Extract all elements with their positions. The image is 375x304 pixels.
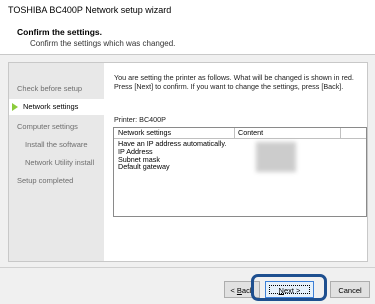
settings-panel: You are setting the printer as follows. … bbox=[104, 62, 368, 262]
current-step-arrow-icon bbox=[12, 103, 18, 111]
cancel-button[interactable]: Cancel bbox=[330, 281, 370, 298]
redacted-content-values bbox=[256, 142, 296, 172]
table-rows: Have an IP address automatically. IP Add… bbox=[118, 140, 226, 171]
wizard-header: Confirm the settings. Confirm the settin… bbox=[0, 20, 375, 55]
table-row: Default gateway bbox=[118, 162, 170, 172]
step-computer-settings: Computer settings bbox=[17, 122, 78, 131]
footer-divider bbox=[0, 267, 375, 268]
step-install-software: Install the software bbox=[25, 140, 88, 149]
next-button-highlight-ring bbox=[251, 274, 327, 301]
instructions-text: You are setting the printer as follows. … bbox=[114, 73, 354, 91]
printer-label: Printer: BC400P bbox=[114, 115, 166, 124]
step-network-utility-install: Network Utility install bbox=[25, 158, 95, 167]
step-setup-completed: Setup completed bbox=[17, 176, 74, 185]
title-bar: TOSHIBA BC400P Network setup wizard bbox=[0, 0, 375, 20]
page-subtitle: Confirm the settings which was changed. bbox=[30, 39, 176, 48]
page-title: Confirm the settings. bbox=[17, 27, 103, 37]
column-header-content: Content bbox=[238, 128, 264, 137]
table-header: Network settings Content bbox=[114, 128, 366, 139]
settings-table[interactable]: Network settings Content Have an IP addr… bbox=[113, 127, 367, 217]
step-check-before-setup: Check before setup bbox=[17, 84, 83, 93]
step-network-settings: Network settings bbox=[9, 99, 105, 115]
column-header-network-settings: Network settings bbox=[118, 128, 172, 137]
window-title: TOSHIBA BC400P Network setup wizard bbox=[8, 5, 172, 15]
wizard-steps-sidebar: Check before setup Network settings Comp… bbox=[8, 62, 106, 262]
